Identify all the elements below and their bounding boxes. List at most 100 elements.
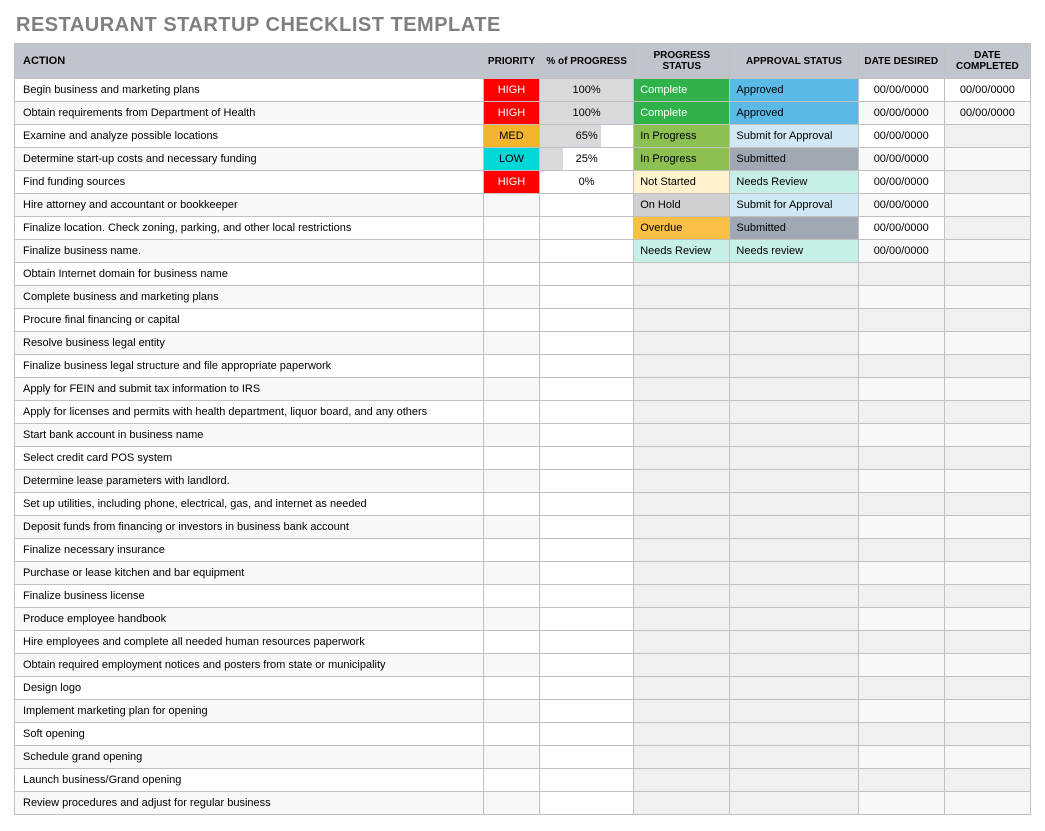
- cell-approval-status[interactable]: [730, 470, 858, 493]
- cell-date-desired[interactable]: [858, 700, 944, 723]
- cell-action[interactable]: Determine start-up costs and necessary f…: [15, 148, 484, 171]
- cell-date-completed[interactable]: [944, 470, 1030, 493]
- col-date-desired[interactable]: DATE DESIRED: [858, 44, 944, 79]
- cell-approval-status[interactable]: [730, 700, 858, 723]
- cell-approval-status[interactable]: Needs review: [730, 240, 858, 263]
- cell-date-completed[interactable]: [944, 447, 1030, 470]
- cell-priority[interactable]: [483, 516, 539, 539]
- cell-progress[interactable]: [540, 309, 634, 332]
- cell-approval-status[interactable]: [730, 562, 858, 585]
- cell-approval-status[interactable]: [730, 746, 858, 769]
- cell-progress-status[interactable]: [634, 424, 730, 447]
- cell-progress-status[interactable]: Overdue: [634, 217, 730, 240]
- cell-date-desired[interactable]: 00/00/0000: [858, 79, 944, 102]
- cell-approval-status[interactable]: Approved: [730, 79, 858, 102]
- cell-action[interactable]: Apply for FEIN and submit tax informatio…: [15, 378, 484, 401]
- cell-progress[interactable]: [540, 240, 634, 263]
- col-date-completed[interactable]: DATE COMPLETED: [944, 44, 1030, 79]
- cell-date-desired[interactable]: [858, 539, 944, 562]
- cell-progress-status[interactable]: Needs Review: [634, 240, 730, 263]
- cell-priority[interactable]: [483, 608, 539, 631]
- cell-progress-status[interactable]: [634, 286, 730, 309]
- cell-date-desired[interactable]: [858, 378, 944, 401]
- cell-action[interactable]: Finalize business legal structure and fi…: [15, 355, 484, 378]
- cell-progress[interactable]: 25%: [540, 148, 634, 171]
- cell-progress[interactable]: [540, 378, 634, 401]
- cell-progress-status[interactable]: Complete: [634, 79, 730, 102]
- cell-date-completed[interactable]: [944, 171, 1030, 194]
- cell-date-desired[interactable]: [858, 746, 944, 769]
- cell-action[interactable]: Start bank account in business name: [15, 424, 484, 447]
- cell-priority[interactable]: [483, 631, 539, 654]
- cell-approval-status[interactable]: [730, 401, 858, 424]
- cell-progress-status[interactable]: [634, 309, 730, 332]
- cell-approval-status[interactable]: [730, 447, 858, 470]
- cell-priority[interactable]: [483, 539, 539, 562]
- cell-date-completed[interactable]: [944, 148, 1030, 171]
- cell-progress[interactable]: [540, 332, 634, 355]
- cell-date-desired[interactable]: [858, 355, 944, 378]
- cell-priority[interactable]: [483, 424, 539, 447]
- cell-date-desired[interactable]: [858, 769, 944, 792]
- cell-date-completed[interactable]: [944, 263, 1030, 286]
- cell-action[interactable]: Finalize business license: [15, 585, 484, 608]
- cell-date-completed[interactable]: [944, 424, 1030, 447]
- cell-action[interactable]: Select credit card POS system: [15, 447, 484, 470]
- cell-progress-status[interactable]: [634, 516, 730, 539]
- cell-action[interactable]: Finalize business name.: [15, 240, 484, 263]
- cell-progress[interactable]: [540, 424, 634, 447]
- cell-date-completed[interactable]: [944, 378, 1030, 401]
- cell-date-desired[interactable]: [858, 677, 944, 700]
- cell-date-desired[interactable]: [858, 792, 944, 815]
- cell-progress-status[interactable]: [634, 401, 730, 424]
- cell-date-desired[interactable]: [858, 309, 944, 332]
- cell-progress[interactable]: [540, 608, 634, 631]
- cell-date-desired[interactable]: [858, 470, 944, 493]
- cell-date-desired[interactable]: 00/00/0000: [858, 171, 944, 194]
- cell-progress-status[interactable]: [634, 700, 730, 723]
- cell-date-desired[interactable]: [858, 631, 944, 654]
- cell-progress[interactable]: [540, 217, 634, 240]
- cell-progress[interactable]: 100%: [540, 102, 634, 125]
- cell-date-completed[interactable]: [944, 746, 1030, 769]
- cell-progress[interactable]: [540, 516, 634, 539]
- cell-date-completed[interactable]: [944, 217, 1030, 240]
- cell-action[interactable]: Obtain required employment notices and p…: [15, 654, 484, 677]
- cell-action[interactable]: Hire attorney and accountant or bookkeep…: [15, 194, 484, 217]
- cell-approval-status[interactable]: [730, 378, 858, 401]
- cell-priority[interactable]: [483, 447, 539, 470]
- cell-progress[interactable]: [540, 493, 634, 516]
- cell-action[interactable]: Apply for licenses and permits with heal…: [15, 401, 484, 424]
- cell-approval-status[interactable]: Submit for Approval: [730, 125, 858, 148]
- cell-approval-status[interactable]: [730, 585, 858, 608]
- cell-priority[interactable]: [483, 677, 539, 700]
- cell-action[interactable]: Schedule grand opening: [15, 746, 484, 769]
- cell-progress[interactable]: [540, 631, 634, 654]
- cell-priority[interactable]: [483, 723, 539, 746]
- col-progress-status[interactable]: PROGRESS STATUS: [634, 44, 730, 79]
- cell-date-desired[interactable]: [858, 493, 944, 516]
- cell-date-completed[interactable]: [944, 516, 1030, 539]
- cell-date-completed[interactable]: [944, 539, 1030, 562]
- cell-progress[interactable]: [540, 562, 634, 585]
- cell-priority[interactable]: [483, 286, 539, 309]
- cell-action[interactable]: Review procedures and adjust for regular…: [15, 792, 484, 815]
- cell-action[interactable]: Resolve business legal entity: [15, 332, 484, 355]
- cell-progress-status[interactable]: [634, 470, 730, 493]
- cell-date-desired[interactable]: [858, 263, 944, 286]
- cell-approval-status[interactable]: [730, 493, 858, 516]
- cell-date-completed[interactable]: [944, 125, 1030, 148]
- cell-approval-status[interactable]: [730, 424, 858, 447]
- cell-progress-status[interactable]: [634, 723, 730, 746]
- cell-date-completed[interactable]: [944, 723, 1030, 746]
- cell-priority[interactable]: [483, 355, 539, 378]
- cell-priority[interactable]: [483, 746, 539, 769]
- cell-action[interactable]: Hire employees and complete all needed h…: [15, 631, 484, 654]
- cell-action[interactable]: Soft opening: [15, 723, 484, 746]
- cell-approval-status[interactable]: [730, 263, 858, 286]
- cell-date-completed[interactable]: [944, 240, 1030, 263]
- cell-approval-status[interactable]: Submitted: [730, 148, 858, 171]
- cell-approval-status[interactable]: [730, 355, 858, 378]
- col-approval-status[interactable]: APPROVAL STATUS: [730, 44, 858, 79]
- cell-progress[interactable]: [540, 654, 634, 677]
